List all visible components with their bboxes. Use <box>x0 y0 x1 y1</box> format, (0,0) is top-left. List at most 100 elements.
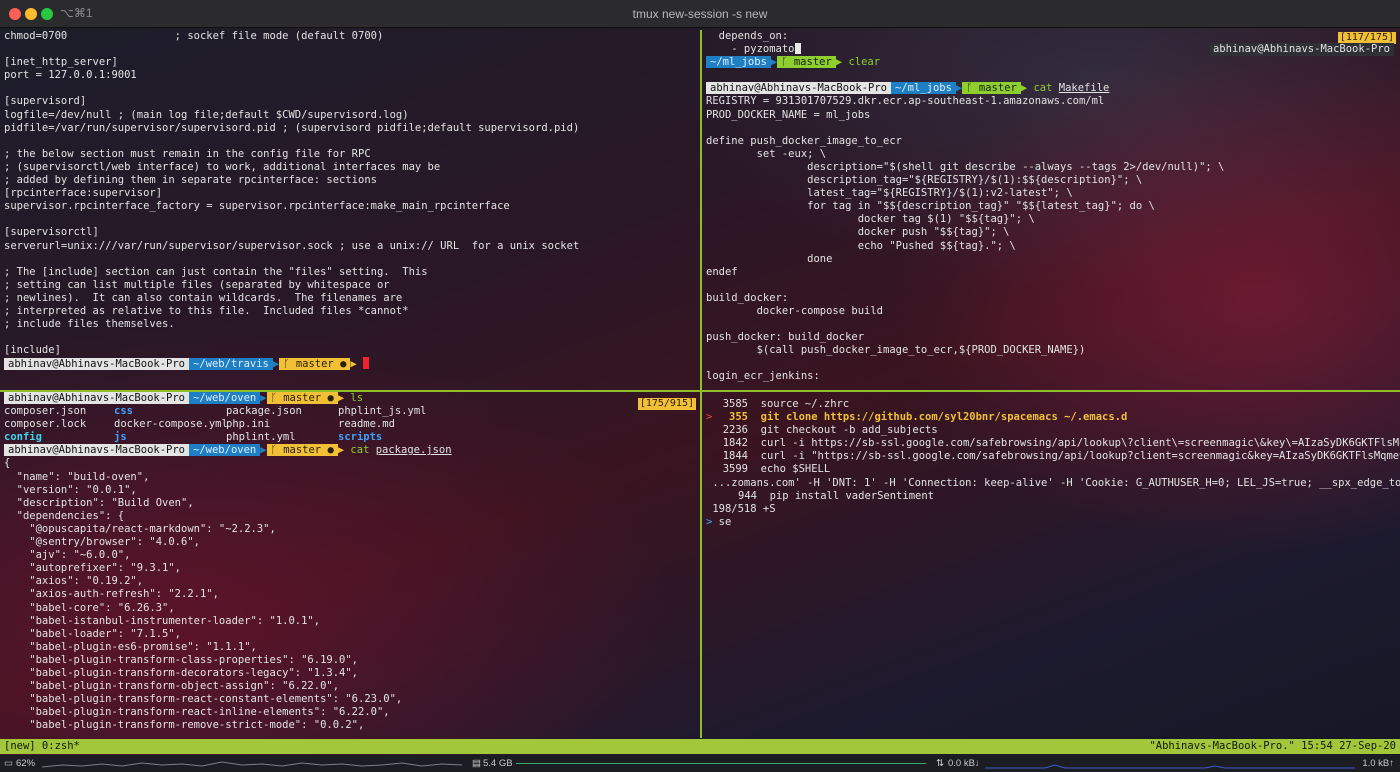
prompt-path: ~/ml_jobs <box>891 82 956 95</box>
history-number: 355 <box>729 411 748 424</box>
history-item[interactable]: 3599 echo $SHELL <box>706 463 1400 476</box>
battery-level: 62% <box>16 758 36 769</box>
ls-entry: phplint.yml <box>226 431 296 444</box>
ls-entry: package.json <box>226 405 302 418</box>
history-command: git clone https://github.com/syl20bnr/sp… <box>760 411 1128 424</box>
network-graph <box>985 764 1355 769</box>
ls-row: composer.json css package.json phplint_js.y… <box>4 405 700 418</box>
memory-graph <box>516 763 926 764</box>
ls-entry: config <box>4 431 42 444</box>
history-search-list: 3585 source ~/.zhrc >355 git clone https:… <box>706 398 1400 477</box>
history-command: curl -i "https://sb-ssl.google.com/safeb… <box>760 450 1400 463</box>
scroll-position-badge: [175/915] <box>637 398 696 410</box>
prompt-branch: ᚴ master <box>962 82 1021 95</box>
json-line: "babel-plugin-transform-react-constant-e… <box>4 693 403 706</box>
config-line: ; interpreted as relative to this file. … <box>4 304 409 317</box>
tmux-status-bar: [new] 0:zsh* "Abhinavs-MacBook-Pro." 15:… <box>0 739 1400 754</box>
ls-row: composer.lock docker-compose.ymlphp.ini re… <box>4 418 700 431</box>
config-line: ; the below section must remain in the c… <box>4 147 371 160</box>
history-number: 3599 <box>722 463 748 476</box>
output-line: depends_on: <box>706 30 789 42</box>
json-line: "babel-istanbul-instrumenter-loader": "1… <box>4 614 321 627</box>
json-line: "@sentry/browser": "4.0.6", <box>4 536 200 549</box>
prompt-branch: ᚴ master ● <box>266 392 338 404</box>
history-item[interactable]: 944 pip install vaderSentiment <box>706 490 1400 503</box>
config-line: ; newlines). It can also contain wildcar… <box>4 291 403 304</box>
history-search-input[interactable]: > se <box>706 516 1400 529</box>
pane-divider-vertical[interactable] <box>700 30 702 738</box>
history-item[interactable]: 3585 source ~/.zhrc <box>706 398 1400 411</box>
history-number: 944 <box>738 489 757 502</box>
config-line <box>4 213 700 226</box>
network-down: 0.0 kB↓ <box>948 758 980 769</box>
json-line: "babel-core": "6.26.3", <box>4 601 175 614</box>
config-line: ; (supervisorctl/web interface) to work,… <box>4 160 441 173</box>
text-cursor <box>794 43 801 55</box>
tmux-pane-bottom-right[interactable]: 3585 source ~/.zhrc >355 git clone https:… <box>702 392 1400 738</box>
title-bar: ⌥⌘1 tmux new-session -s new <box>0 0 1400 28</box>
prompt-line: abhinav@Abhinavs-MacBook-Pro ~/web/travis… <box>4 357 700 371</box>
config-line: serverurl=unix:///var/run/supervisor/sup… <box>4 239 580 252</box>
makefile-line <box>706 357 1400 370</box>
json-line: "version": "0.0.1", <box>4 483 137 496</box>
selection-marker <box>706 398 718 411</box>
prompt-host: abhinav@Abhinavs-MacBook-Pro <box>4 392 190 404</box>
history-item[interactable]: 1844 curl -i "https://sb-ssl.google.com/… <box>706 450 1400 463</box>
network-icon: ⇅ <box>936 758 944 769</box>
prompt-command: ls <box>350 392 364 404</box>
network-up: 1.0 kB↑ <box>1362 758 1394 769</box>
makefile-line: REGISTRY = 931301707529.dkr.ecr.ap-south… <box>706 95 1105 108</box>
makefile-line <box>706 318 1400 331</box>
config-line: [supervisord] <box>4 95 87 108</box>
json-line: { <box>4 457 11 470</box>
config-line: ; added by defining them in separate rpc… <box>4 174 377 187</box>
selection-marker <box>706 437 718 450</box>
prompt-command: cat <box>350 444 370 457</box>
branch-arrow: ▶ <box>1020 82 1028 95</box>
branch-arrow: ▶ <box>350 358 357 371</box>
history-number: 2236 <box>722 424 748 437</box>
prompt-branch: ᚴ master <box>777 56 836 69</box>
terminal-window: ⌥⌘1 tmux new-session -s new chmod=0700 ;… <box>0 0 1400 772</box>
makefile-line: PROD_DOCKER_NAME = ml_jobs <box>706 108 871 121</box>
history-item[interactable]: >355 git clone https://github.com/syl20b… <box>706 411 1400 424</box>
prompt-line: abhinav@Abhinavs-MacBook-Pro ~/ml_jobs ▶ ᚴ … <box>706 82 1400 95</box>
tmux-pane-top-right[interactable]: depends_on: - pyzomato ~/ml_jobs ▶ ᚴ maste… <box>702 30 1400 390</box>
makefile-line: build_docker: <box>706 291 789 304</box>
history-item[interactable]: 2236 git checkout -b add_subjects <box>706 424 1400 437</box>
history-truncated-line[interactable]: ...zomans.com' -H 'DNT: 1' -H 'Connectio… <box>706 477 1400 490</box>
config-line: ; The [include] section can just contain… <box>4 265 428 278</box>
branch-name: master ● <box>283 392 334 404</box>
history-command: pip install vaderSentiment <box>769 489 934 502</box>
json-line: "babel-plugin-transform-decorators-legac… <box>4 666 359 679</box>
ls-entry: js <box>114 431 127 444</box>
prompt-host: abhinav@Abhinavs-MacBook-Pro <box>706 82 892 95</box>
config-line: chmod=0700 ; sockef file mode (default 0… <box>4 30 384 42</box>
pane-divider-horizontal[interactable] <box>0 390 1400 392</box>
tmux-pane-top-left[interactable]: chmod=0700 ; sockef file mode (default 0… <box>0 30 700 390</box>
makefile-line: docker push "$${tag}"; \ <box>706 226 1010 239</box>
history-command: echo $SHELL <box>760 463 831 476</box>
json-line: "babel-plugin-transform-object-assign": … <box>4 680 340 693</box>
makefile-line <box>706 122 1400 135</box>
ls-row: config js phplint.yml scripts <box>4 431 700 444</box>
prompt-line: abhinav@Abhinavs-MacBook-Pro ~/web/oven ▶ ᚴ… <box>4 444 700 457</box>
makefile-line: latest_tag="${REGISTRY}/$(1):v2-latest";… <box>706 187 1073 200</box>
json-line: "babel-plugin-transform-class-properties… <box>4 653 359 666</box>
selection-marker <box>706 424 718 437</box>
tmux-pane-bottom-left[interactable]: abhinav@Abhinavs-MacBook-Pro ~/web/oven ▶ ᚴ… <box>0 392 700 738</box>
history-item[interactable]: 1842 curl -i https://sb-ssl.google.com/s… <box>706 437 1400 450</box>
branch-name: master ● <box>295 358 347 371</box>
branch-name: master ● <box>283 444 334 457</box>
search-query: se <box>718 515 732 528</box>
memory-usage: 5.4 GB <box>483 758 513 769</box>
session-window-list[interactable]: [new] 0:zsh* <box>4 739 80 754</box>
ls-entry: php.ini <box>226 418 271 431</box>
prompt-argument: Makefile <box>1058 82 1110 95</box>
config-line: [inet_http_server] <box>4 56 118 69</box>
ls-entry: composer.lock <box>4 418 87 431</box>
makefile-line: description="$(shell git describe --alwa… <box>706 160 1225 173</box>
history-command: git checkout -b add_subjects <box>760 424 938 437</box>
ls-entry: phplint_js.yml <box>338 405 427 418</box>
host-badge: abhinav@Abhinavs-MacBook-Pro <box>1208 43 1394 56</box>
